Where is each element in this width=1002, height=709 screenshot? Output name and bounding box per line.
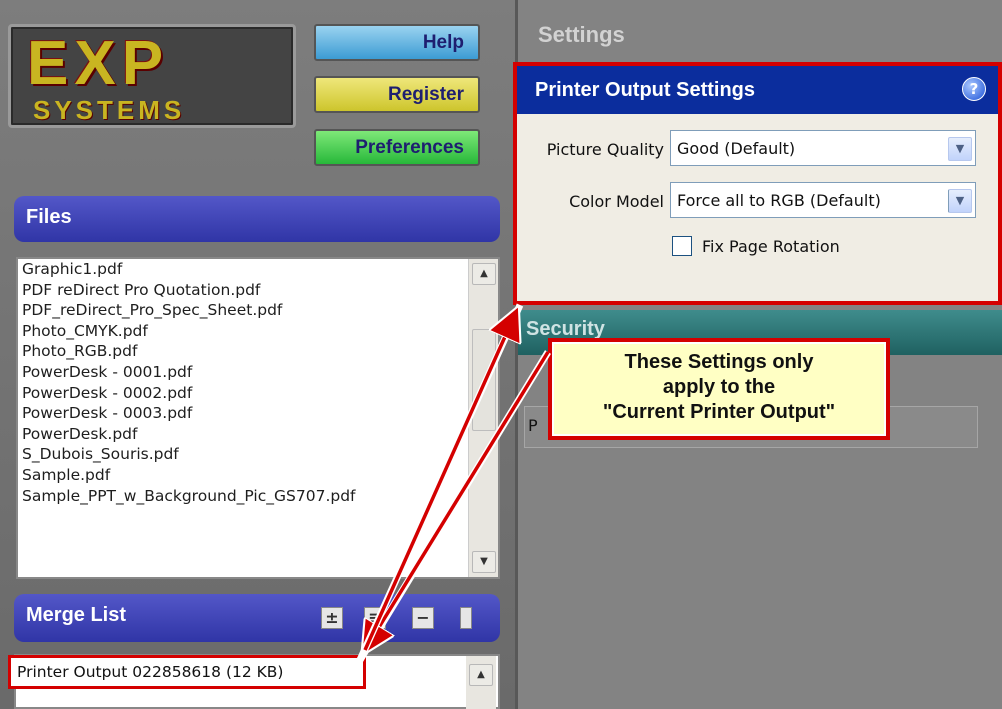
exp-systems-logo: EXP SYSTEMS	[8, 24, 296, 128]
merge-scroll-up-icon[interactable]: ▲	[469, 664, 493, 686]
logo-text-exp: EXP	[27, 29, 170, 98]
chevron-down-icon[interactable]: ▼	[948, 137, 972, 161]
file-item[interactable]: Graphic1.pdf	[18, 259, 498, 280]
security-field-label: P	[528, 416, 538, 435]
merge-scrollbar[interactable]: ▲	[466, 656, 496, 709]
picture-quality-value: Good (Default)	[677, 139, 796, 158]
color-model-value: Force all to RGB (Default)	[677, 191, 881, 210]
merge-list-item[interactable]: Printer Output 022858618 (12 KB)	[8, 655, 366, 689]
file-item[interactable]: Sample.pdf	[18, 465, 498, 486]
picture-quality-label: Picture Quality	[546, 140, 664, 159]
files-list[interactable]: Graphic1.pdf PDF reDirect Pro Quotation.…	[16, 257, 500, 579]
file-item[interactable]: Photo_RGB.pdf	[18, 341, 498, 362]
files-scrollbar[interactable]: ▲ ▼	[468, 259, 498, 577]
callout-line-3: "Current Printer Output"	[602, 401, 836, 423]
file-item[interactable]: PDF_reDirect_Pro_Spec_Sheet.pdf	[18, 300, 498, 321]
file-item[interactable]: S_Dubois_Souris.pdf	[18, 444, 498, 465]
merge-list-icon[interactable]: ≡	[364, 607, 386, 629]
files-scroll-thumb[interactable]	[472, 329, 496, 431]
picture-quality-select[interactable]: Good (Default) ▼	[670, 130, 976, 166]
merge-add-icon[interactable]: ±	[321, 607, 343, 629]
scroll-up-icon[interactable]: ▲	[472, 263, 496, 285]
file-item[interactable]: PDF reDirect Pro Quotation.pdf	[18, 280, 498, 301]
file-item[interactable]: PowerDesk - 0001.pdf	[18, 362, 498, 383]
color-model-select[interactable]: Force all to RGB (Default) ▼	[670, 182, 976, 218]
register-button[interactable]: Register	[314, 76, 480, 113]
settings-title: Settings	[538, 22, 625, 47]
file-item[interactable]: Sample_PPT_w_Background_Pic_GS707.pdf	[18, 486, 498, 507]
preferences-button[interactable]: Preferences	[314, 129, 480, 166]
file-item[interactable]: PowerDesk.pdf	[18, 424, 498, 445]
scroll-down-icon[interactable]: ▼	[472, 551, 496, 573]
callout-line-2: apply to the	[662, 376, 776, 398]
merge-remove-icon[interactable]: −	[412, 607, 434, 629]
annotation-callout: These Settings only apply to the "Curren…	[548, 338, 890, 440]
fix-page-rotation-label: Fix Page Rotation	[702, 237, 840, 256]
help-button[interactable]: Help	[314, 24, 480, 61]
merge-more-icon[interactable]	[460, 607, 472, 629]
printer-output-settings-header: Printer Output Settings	[517, 66, 998, 114]
callout-line-1: These Settings only	[624, 351, 814, 373]
logo-text-systems: SYSTEMS	[33, 95, 186, 125]
files-header: Files	[14, 196, 500, 242]
help-icon[interactable]: ?	[962, 77, 986, 101]
fix-page-rotation-checkbox[interactable]	[672, 236, 692, 256]
file-item[interactable]: PowerDesk - 0003.pdf	[18, 403, 498, 424]
file-item[interactable]: PowerDesk - 0002.pdf	[18, 383, 498, 404]
merge-list-title: Merge List	[26, 604, 127, 626]
chevron-down-icon[interactable]: ▼	[948, 189, 972, 213]
color-model-label: Color Model	[569, 192, 664, 211]
file-item[interactable]: Photo_CMYK.pdf	[18, 321, 498, 342]
